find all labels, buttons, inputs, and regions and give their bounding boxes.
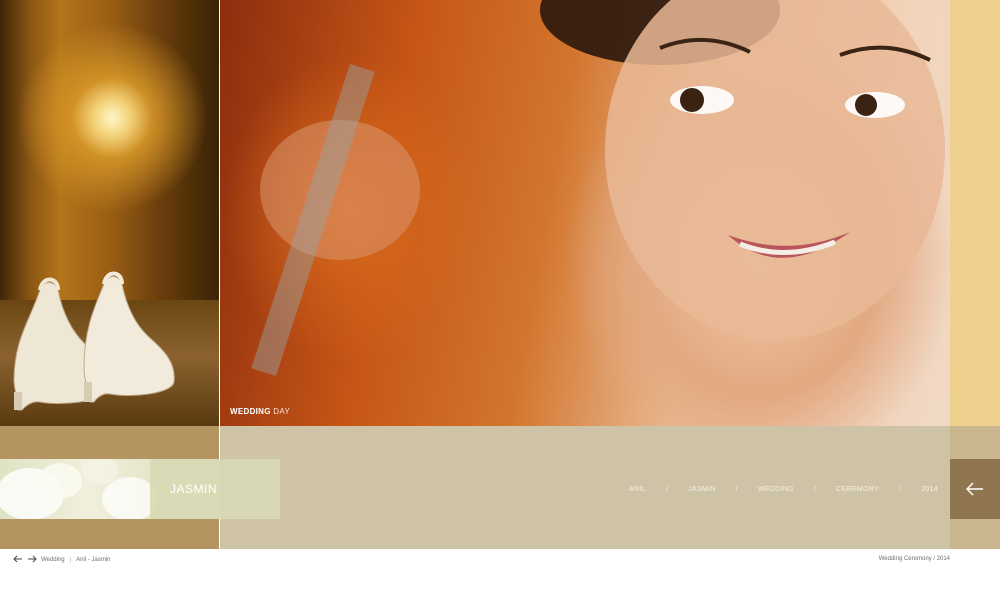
tagline-item: ANIL [629,486,646,493]
back-button[interactable] [950,459,1000,519]
tagline: ANIL / JASMIN / WEDDING / CEREMONY / 201… [629,486,938,493]
tagline-separator: / [813,486,817,493]
photo-caption: WEDDING DAY [230,407,290,416]
right-band-top [950,426,1000,459]
arrow-right-icon [28,555,37,563]
shoes-illustration [13,271,175,411]
footer-event: Wedding Ceremony / 2014 [878,556,950,562]
footer-breadcrumb: Wedding | Anil - Jasmin [13,555,110,565]
gold-strip [950,0,1000,426]
tagline-item: WEDDING [757,486,794,493]
bride-name-label: JASMIN [170,482,218,496]
left-band-bottom [0,519,219,549]
prev-button[interactable] [13,555,23,565]
next-button[interactable] [27,555,37,565]
caption-light: DAY [270,407,291,416]
tagline-item: JASMIN [688,486,716,493]
tagline-separator: / [898,486,902,493]
breadcrumb-divider: | [69,557,72,563]
tagline-item: 2014 [921,486,938,493]
tagline-separator: / [735,486,738,493]
breadcrumb-category[interactable]: Wedding [41,557,65,563]
tagline-separator: / [665,486,669,493]
main-photo [220,0,950,426]
shoes-photo [0,0,219,426]
arrow-left-icon [966,482,983,496]
breadcrumb-couple: Anil - Jasmin [76,557,111,563]
right-band-bottom [950,519,1000,549]
portrait-illustration [251,0,945,377]
left-band-top [0,426,219,459]
caption-bold: WEDDING [230,407,271,416]
arrow-left-icon [13,555,22,563]
tagline-item: CEREMONY [836,486,879,493]
